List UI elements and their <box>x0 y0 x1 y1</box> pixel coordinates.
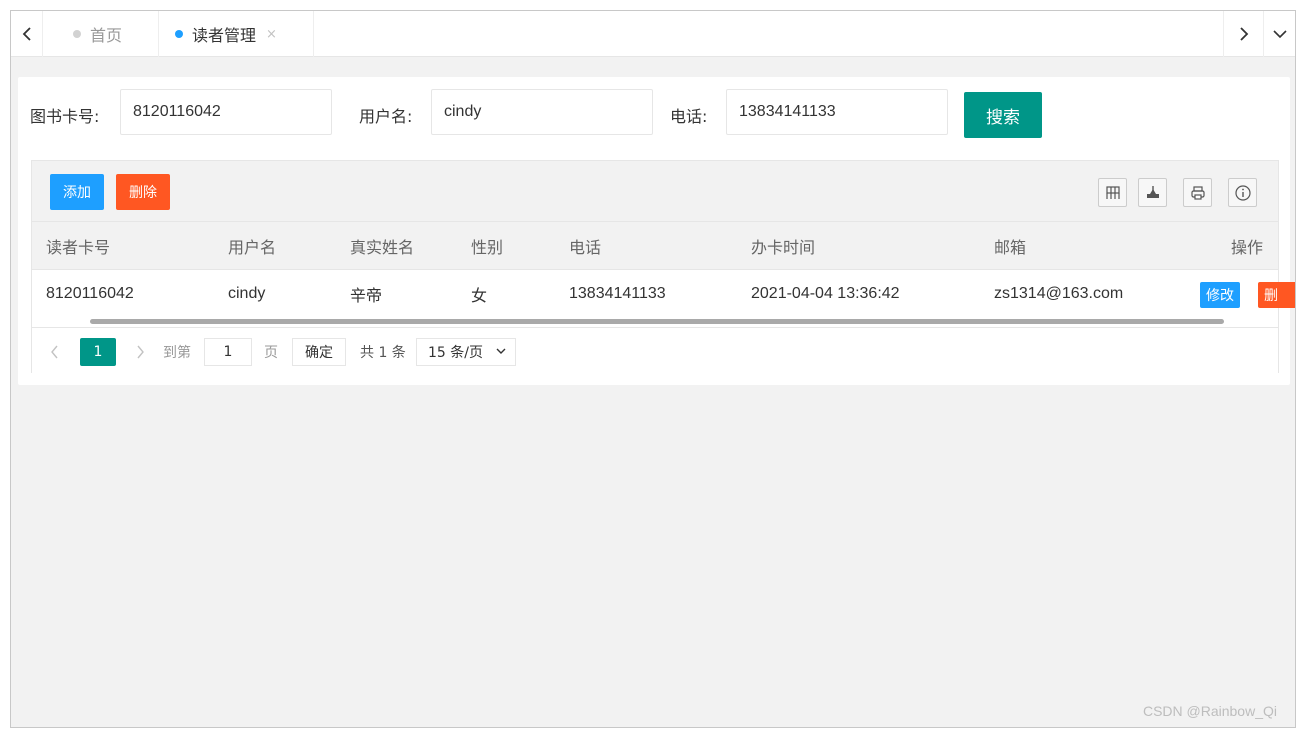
tab-bar: 首页 读者管理 × <box>11 11 1295 57</box>
page-size-select[interactable]: 15 条/页 <box>416 338 516 366</box>
delete-button[interactable]: 删除 <box>116 174 170 210</box>
reader-card: 图书卡号: 8120116042 用户名: cindy 电话: 13834141… <box>18 77 1295 385</box>
column-header[interactable]: 真实姓名 <box>350 222 414 270</box>
info-icon[interactable] <box>1228 178 1257 207</box>
edit-row-button[interactable]: 修改 <box>1200 282 1240 308</box>
cell-phone: 13834141133 <box>569 285 666 302</box>
current-page-button[interactable]: 1 <box>80 338 116 366</box>
tab-menu-button[interactable] <box>1263 11 1295 57</box>
cell-created-time: 2021-04-04 13:36:42 <box>751 285 900 302</box>
page-size-value: 15 条/页 <box>428 345 483 361</box>
column-header[interactable]: 办卡时间 <box>751 222 815 270</box>
tab-scroll-left-button[interactable] <box>11 11 43 57</box>
next-page-icon[interactable] <box>135 338 145 366</box>
tab-status-dot <box>73 30 81 38</box>
tab-reader-label: 读者管理 <box>192 26 257 45</box>
cell-username: cindy <box>228 285 266 302</box>
tab-scroll-right-button[interactable] <box>1223 11 1263 57</box>
column-header[interactable]: 用户名 <box>228 222 276 270</box>
table-row[interactable]: 8120116042 cindy 辛帝 女 13834141133 2021-0… <box>32 270 1295 318</box>
goto-confirm-button[interactable]: 确定 <box>292 338 346 366</box>
table-toolbar: 添加 删除 <box>32 161 1278 222</box>
prev-page-icon[interactable] <box>50 338 60 366</box>
username-label: 用户名: <box>359 107 413 126</box>
delete-row-button[interactable]: 删 <box>1258 282 1295 308</box>
tab-home[interactable]: 首页 <box>59 11 159 57</box>
column-header[interactable]: 性别 <box>471 222 503 270</box>
horizontal-scrollbar[interactable] <box>32 318 1278 326</box>
cell-gender: 女 <box>471 286 488 305</box>
app-frame: 首页 读者管理 × 图书卡号: 8120116042 用户名: cindy 电话… <box>10 10 1296 728</box>
search-button[interactable]: 搜索 <box>964 92 1042 138</box>
chevron-left-icon <box>22 27 31 41</box>
cell-real-name: 辛帝 <box>350 286 383 305</box>
chevron-right-icon <box>1239 27 1248 41</box>
column-header[interactable]: 操作 <box>1231 222 1263 270</box>
phone-input[interactable]: 13834141133 <box>726 89 948 135</box>
columns-icon[interactable] <box>1098 178 1127 207</box>
goto-label: 到第 <box>163 345 191 361</box>
watermark: CSDN @Rainbow_Qi <box>1142 703 1277 719</box>
card-number-input[interactable]: 8120116042 <box>120 89 332 135</box>
table-header: 读者卡号 用户名 真实姓名 性别 电话 办卡时间 邮箱 操作 <box>32 222 1278 270</box>
scrollbar-thumb[interactable] <box>90 319 1224 324</box>
export-icon[interactable] <box>1138 178 1167 207</box>
goto-page-input[interactable]: 1 <box>204 338 252 366</box>
reader-table: 添加 删除 读者卡号 用户名 真实姓名 性别 电话 办卡时间 邮箱 操作 812… <box>31 160 1295 373</box>
card-number-label: 图书卡号: <box>30 107 100 126</box>
username-input[interactable]: cindy <box>431 89 653 135</box>
goto-unit-label: 页 <box>264 345 278 361</box>
pagination: 1 到第 1 页 确定 共 1 条 15 条/页 <box>32 327 1278 373</box>
column-header[interactable]: 电话 <box>569 222 601 270</box>
chevron-down-icon <box>1272 30 1287 39</box>
column-header[interactable]: 读者卡号 <box>46 222 110 270</box>
close-icon[interactable]: × <box>266 27 277 42</box>
column-header[interactable]: 邮箱 <box>994 222 1026 270</box>
phone-label: 电话: <box>670 107 708 126</box>
total-count: 共 1 条 <box>360 345 406 361</box>
cell-card-number: 8120116042 <box>46 285 134 302</box>
tab-home-label: 首页 <box>90 26 123 45</box>
tab-reader-management[interactable]: 读者管理 × <box>159 11 314 57</box>
add-button[interactable]: 添加 <box>50 174 104 210</box>
tab-active-dot <box>175 30 183 38</box>
chevron-down-icon <box>496 348 506 354</box>
cell-email: zs1314@163.com <box>994 285 1124 302</box>
print-icon[interactable] <box>1183 178 1212 207</box>
